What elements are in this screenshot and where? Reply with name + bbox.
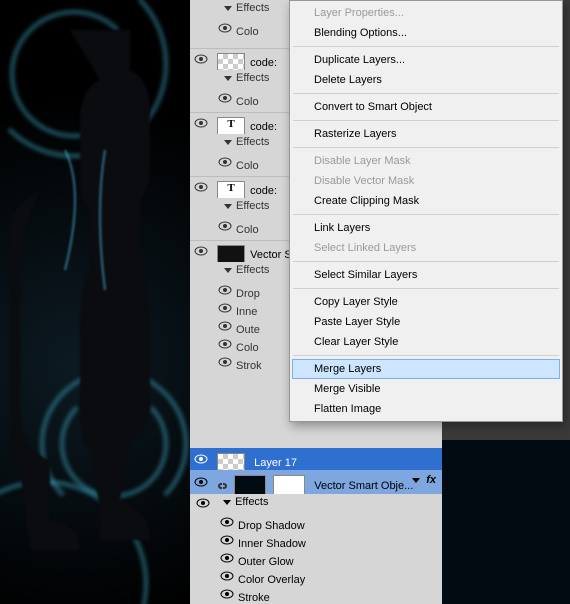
menu-separator <box>293 261 559 262</box>
visibility-icon[interactable] <box>194 452 208 466</box>
visibility-icon[interactable] <box>218 283 232 297</box>
chevron-down-icon[interactable] <box>412 478 420 483</box>
menu-separator <box>293 147 559 148</box>
visibility-icon[interactable] <box>220 587 234 601</box>
visibility-icon[interactable] <box>194 116 208 130</box>
link-icon[interactable] <box>215 479 229 493</box>
visibility-icon[interactable] <box>218 337 232 351</box>
layer-name: code: <box>250 57 277 69</box>
menu-separator <box>293 214 559 215</box>
menu-item-paste-layer-style[interactable]: Paste Layer Style <box>292 312 560 332</box>
layer-effect-item[interactable]: Stroke <box>190 584 442 602</box>
menu-item-disable-vector-mask: Disable Vector Mask <box>292 171 560 191</box>
visibility-icon[interactable] <box>220 515 234 529</box>
layer-effect-item[interactable]: Outer Glow <box>190 548 442 566</box>
layer-name: Vector S <box>250 249 292 261</box>
menu-item-blending-options[interactable]: Blending Options... <box>292 23 560 43</box>
visibility-icon[interactable] <box>218 155 232 169</box>
visibility-icon[interactable] <box>194 52 208 66</box>
visibility-icon[interactable] <box>196 496 210 510</box>
menu-item-copy-layer-style[interactable]: Copy Layer Style <box>292 292 560 312</box>
selected-layer-row[interactable]: Vector Smart Obje... fx <box>190 470 442 494</box>
menu-item-rasterize-layers[interactable]: Rasterize Layers <box>292 124 560 144</box>
visibility-icon[interactable] <box>218 219 232 233</box>
visibility-icon[interactable] <box>218 301 232 315</box>
visibility-icon[interactable] <box>194 180 208 194</box>
menu-item-create-clipping-mask[interactable]: Create Clipping Mask <box>292 191 560 211</box>
selected-layer-row[interactable]: Layer 17 <box>190 448 442 470</box>
menu-item-delete-layers[interactable]: Delete Layers <box>292 70 560 90</box>
visibility-icon[interactable] <box>220 551 234 565</box>
visibility-icon[interactable] <box>194 475 208 489</box>
menu-item-disable-layer-mask: Disable Layer Mask <box>292 151 560 171</box>
menu-item-duplicate-layers[interactable]: Duplicate Layers... <box>292 50 560 70</box>
layer-context-menu: Layer Properties...Blending Options... Du… <box>289 0 563 422</box>
menu-separator <box>293 288 559 289</box>
menu-item-link-layers[interactable]: Link Layers <box>292 218 560 238</box>
layer-effect-item[interactable]: Inner Shadow <box>190 530 442 548</box>
visibility-icon[interactable] <box>194 244 208 258</box>
menu-separator <box>293 46 559 47</box>
menu-separator <box>293 93 559 94</box>
layer-name: Vector Smart Obje... <box>314 480 413 492</box>
menu-item-select-similar-layers[interactable]: Select Similar Layers <box>292 265 560 285</box>
layer-name: code: <box>250 121 277 133</box>
menu-item-select-linked-layers: Select Linked Layers <box>292 238 560 258</box>
menu-separator <box>293 355 559 356</box>
visibility-icon[interactable] <box>218 91 232 105</box>
fx-badge[interactable]: fx <box>426 474 436 486</box>
layer-effects-header[interactable]: Effects <box>190 494 442 512</box>
menu-item-merge-layers[interactable]: Merge Layers <box>292 359 560 379</box>
menu-item-flatten-image[interactable]: Flatten Image <box>292 399 560 419</box>
layer-effect-item[interactable]: Drop Shadow <box>190 512 442 530</box>
character-silhouette <box>0 30 180 570</box>
visibility-icon[interactable] <box>218 355 232 369</box>
menu-item-layer-properties: Layer Properties... <box>292 3 560 23</box>
menu-separator <box>293 120 559 121</box>
canvas-dark <box>442 440 570 604</box>
visibility-icon[interactable] <box>220 569 234 583</box>
layer-effect-item[interactable]: Color Overlay <box>190 566 442 584</box>
visibility-icon[interactable] <box>218 21 232 35</box>
canvas-preview <box>0 0 190 604</box>
menu-item-convert-to-smart-object[interactable]: Convert to Smart Object <box>292 97 560 117</box>
visibility-icon[interactable] <box>218 319 232 333</box>
menu-item-clear-layer-style[interactable]: Clear Layer Style <box>292 332 560 352</box>
layer-name: code: <box>250 185 277 197</box>
menu-item-merge-visible[interactable]: Merge Visible <box>292 379 560 399</box>
layer-name: Layer 17 <box>254 457 297 469</box>
visibility-icon[interactable] <box>220 533 234 547</box>
